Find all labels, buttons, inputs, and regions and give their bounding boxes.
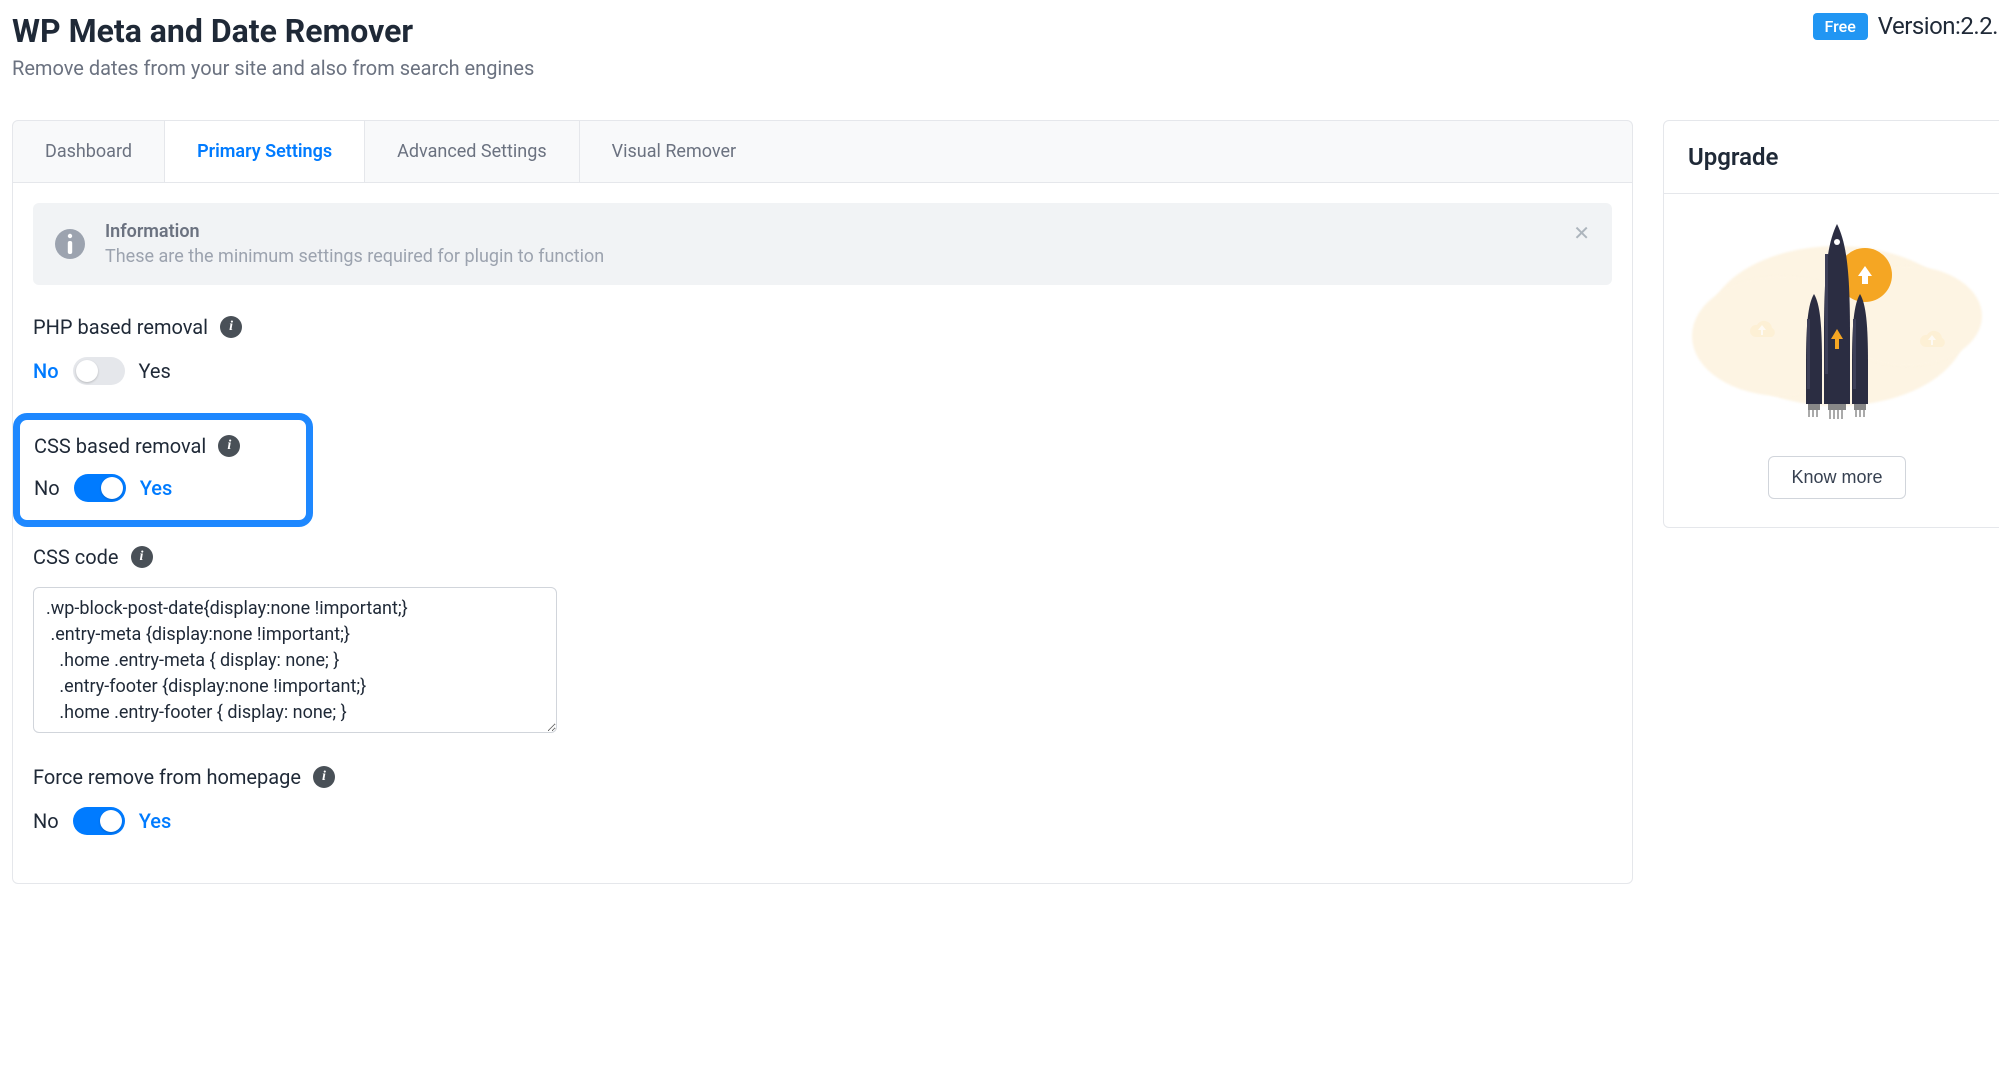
tab-visual-remover[interactable]: Visual Remover (580, 121, 769, 182)
upgrade-card: Upgrade (1663, 120, 1999, 528)
settings-tabs: Dashboard Primary Settings Advanced Sett… (12, 120, 1633, 182)
tab-primary-settings[interactable]: Primary Settings (165, 121, 365, 182)
close-icon: ✕ (1573, 221, 1590, 245)
info-close-button[interactable]: ✕ (1573, 221, 1590, 245)
css-removal-toggle[interactable] (74, 474, 126, 502)
tooltip-icon[interactable]: i (220, 316, 242, 338)
info-banner: Information These are the minimum settin… (33, 203, 1612, 285)
rocket-icon (1792, 224, 1882, 424)
highlight-css-removal: CSS based removal i No Yes (13, 413, 313, 527)
know-more-button[interactable]: Know more (1768, 456, 1905, 499)
license-badge: Free (1813, 13, 1868, 40)
info-title: Information (105, 221, 604, 242)
version-text: Version:2.2.1 (1878, 12, 1999, 40)
setting-force-homepage: Force remove from homepage i No Yes (33, 765, 1612, 835)
css-removal-label: CSS based removal (34, 434, 206, 458)
cloud-upload-icon (1742, 316, 1782, 344)
info-desc: These are the minimum settings required … (105, 246, 604, 267)
tooltip-icon[interactable]: i (218, 435, 240, 457)
setting-php-removal: PHP based removal i No Yes (33, 315, 1612, 385)
css-code-label: CSS code (33, 545, 119, 569)
force-homepage-no-label: No (33, 809, 59, 833)
setting-css-code: CSS code i (33, 545, 1612, 737)
upgrade-illustration (1682, 216, 1992, 436)
force-homepage-label: Force remove from homepage (33, 765, 301, 789)
php-removal-toggle[interactable] (73, 357, 125, 385)
tab-dashboard[interactable]: Dashboard (13, 121, 165, 182)
page-subtitle: Remove dates from your site and also fro… (12, 56, 534, 80)
page-title: WP Meta and Date Remover (12, 12, 534, 50)
php-removal-no-label: No (33, 359, 59, 383)
css-removal-yes-label: Yes (140, 476, 173, 500)
force-homepage-toggle[interactable] (73, 807, 125, 835)
upgrade-title: Upgrade (1664, 121, 1999, 194)
info-icon (55, 229, 85, 259)
cloud-upload-icon (1912, 326, 1952, 354)
arrow-up-icon (1850, 260, 1880, 290)
tab-advanced-settings[interactable]: Advanced Settings (365, 121, 580, 182)
php-removal-label: PHP based removal (33, 315, 208, 339)
tooltip-icon[interactable]: i (131, 546, 153, 568)
css-code-textarea[interactable] (33, 587, 557, 733)
force-homepage-yes-label: Yes (139, 809, 172, 833)
tooltip-icon[interactable]: i (313, 766, 335, 788)
css-removal-no-label: No (34, 476, 60, 500)
php-removal-yes-label: Yes (139, 359, 171, 383)
